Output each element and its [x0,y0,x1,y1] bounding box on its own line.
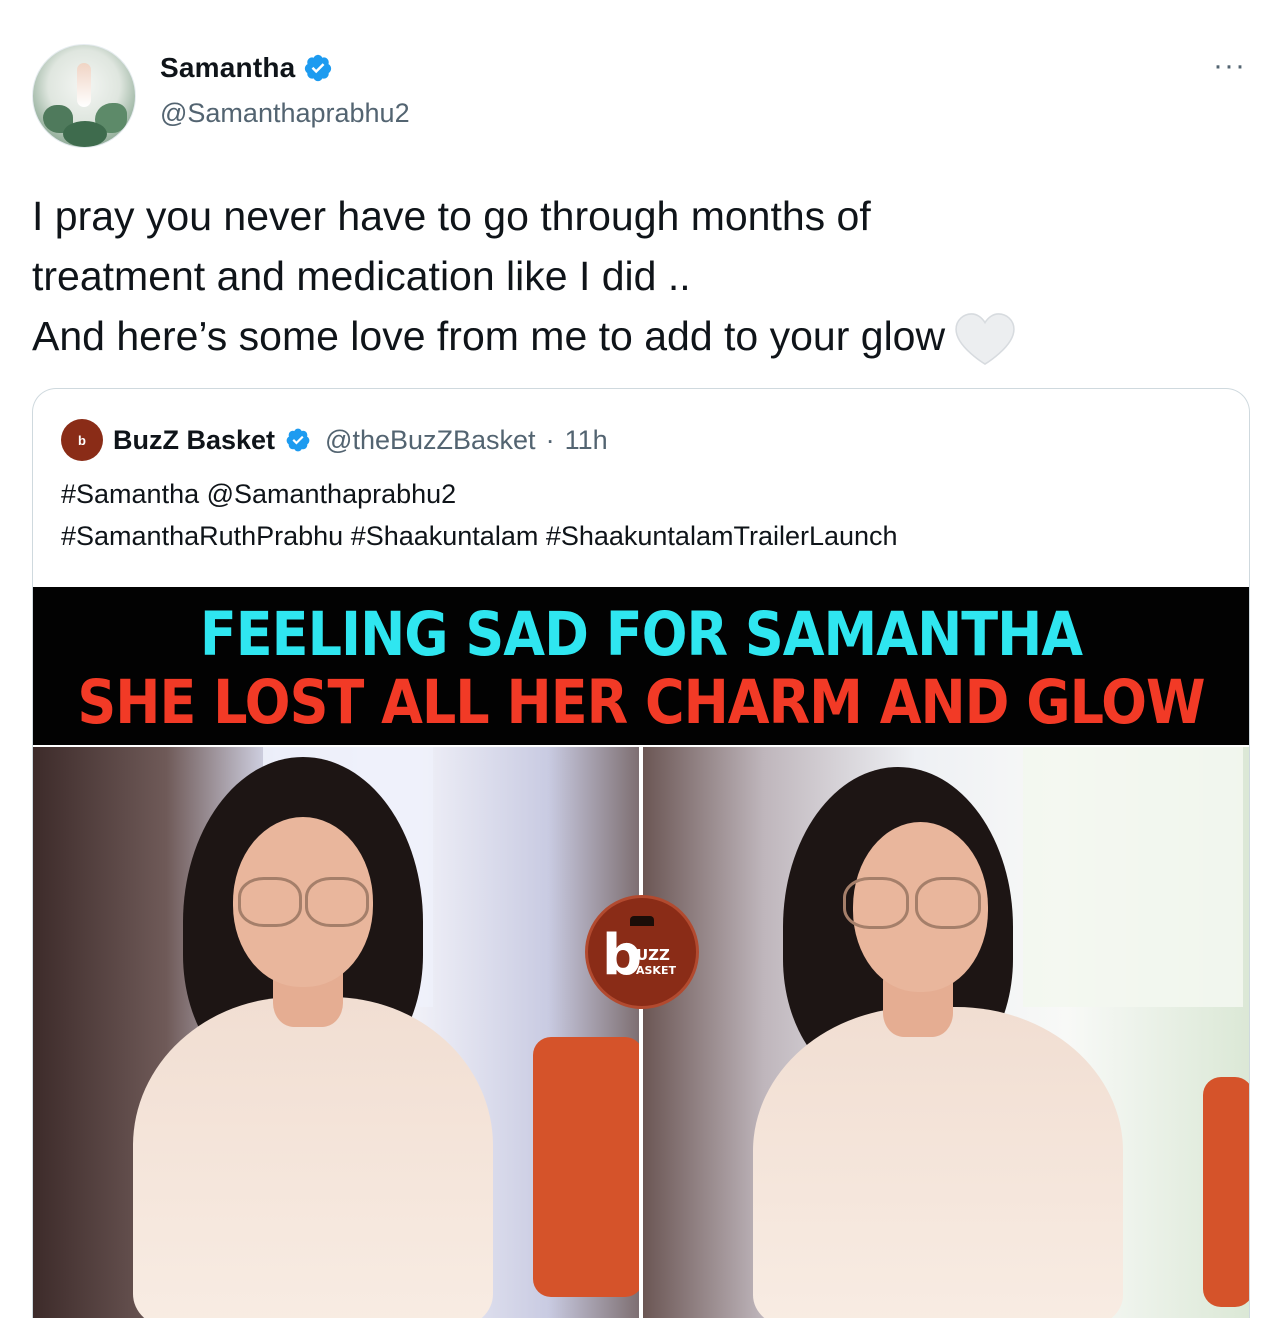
verified-badge-icon [286,428,310,452]
quoted-tweet-card[interactable]: b BuzZ Basket @theBuzZBasket · 11h #Sama… [32,388,1250,1318]
media-headline-banner: FEELING SAD FOR SAMANTHA SHE LOST ALL HE… [33,587,1249,745]
tweet-text-line: treatment and medication like I did .. [32,253,691,299]
meta-separator: · [545,424,555,455]
quoted-tweet-header: b BuzZ Basket @theBuzZBasket · 11h [61,419,608,461]
author-name[interactable]: Samantha [160,52,295,84]
watermark-text-2: ASKET [636,964,676,977]
quoted-author-avatar[interactable]: b [61,419,103,461]
quoted-author-name[interactable]: BuzZ Basket [113,425,275,456]
author-name-row[interactable]: Samantha [160,52,333,84]
verified-badge-icon [305,54,332,82]
hashtag-line[interactable]: #Samantha @Samanthaprabhu2 [61,473,898,515]
photo-right [643,747,1249,1318]
quoted-media-image[interactable]: FEELING SAD FOR SAMANTHA SHE LOST ALL HE… [33,587,1249,1318]
watermark-text-1: UZZ [636,946,670,964]
quoted-tweet-text: #Samantha @Samanthaprabhu2 #SamanthaRuth… [61,473,898,557]
media-headline-2: SHE LOST ALL HER CHARM AND GLOW [77,667,1205,738]
photo-left [33,747,639,1318]
tweet-text-line: I pray you never have to go through mont… [32,193,871,239]
more-options-icon[interactable]: ··· [1213,51,1246,81]
buzz-basket-watermark-logo: b UZZ ASKET [585,895,699,1009]
tweet-text: I pray you never have to go through mont… [32,186,1252,366]
author-avatar[interactable] [32,44,136,148]
quoted-timestamp[interactable]: 11h [565,425,608,456]
white-heart-icon [955,313,1015,366]
tweet-text-line-content: And here’s some love from me to add to y… [32,313,946,359]
author-handle[interactable]: @Samanthaprabhu2 [160,98,410,129]
hashtag-line[interactable]: #SamanthaRuthPrabhu #Shaakuntalam #Shaak… [61,515,898,557]
tweet-text-line: And here’s some love from me to add to y… [32,306,1252,366]
media-headline-1: FEELING SAD FOR SAMANTHA [199,599,1083,670]
quoted-author-handle[interactable]: @theBuzZBasket [325,425,536,456]
